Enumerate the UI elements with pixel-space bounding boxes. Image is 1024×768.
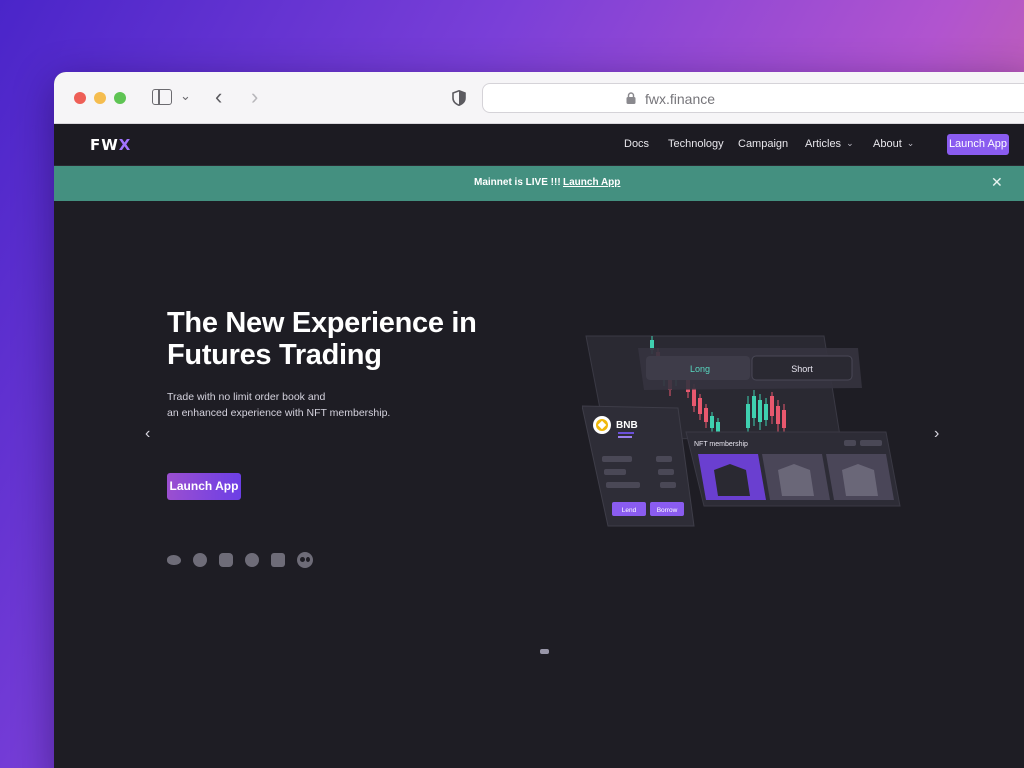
hero-title: The New Experience in Futures Trading (167, 307, 477, 371)
token-label: BNB (616, 420, 638, 431)
nav-technology[interactable]: Technology (668, 138, 724, 150)
header-launch-app-button[interactable]: Launch App (947, 134, 1009, 155)
carousel-pagination-dot[interactable] (540, 649, 549, 654)
long-toggle: Long (690, 364, 710, 374)
browser-toolbar: ⌄ ‹ › fwx.finance (54, 72, 1024, 124)
back-arrow-icon[interactable]: ‹ (215, 84, 222, 110)
address-bar[interactable]: fwx.finance (482, 83, 1024, 113)
announcement-banner: Mainnet is LIVE !!! Launch App ✕ (54, 166, 1024, 201)
telegram-icon[interactable] (193, 553, 207, 567)
borrow-button: Borrow (657, 507, 678, 514)
chevron-down-icon[interactable]: ⌄ (180, 88, 191, 104)
carousel-next-arrow-icon[interactable]: › (934, 425, 939, 443)
nav-about[interactable]: About ⌄ (873, 138, 914, 150)
lock-icon (626, 92, 636, 104)
site-header: FWX Docs Technology Campaign Articles ⌄ A… (54, 124, 1024, 166)
close-window-button[interactable] (74, 92, 86, 104)
youtube-icon[interactable] (271, 553, 285, 567)
window-controls (74, 92, 126, 104)
lend-button: Lend (622, 507, 637, 514)
twitter-icon[interactable] (167, 553, 181, 567)
shield-icon[interactable] (452, 90, 466, 106)
fwx-logo[interactable]: FWX (90, 136, 131, 154)
chevron-down-icon: ⌄ (906, 138, 915, 148)
short-toggle: Short (791, 364, 813, 374)
hero-launch-app-button[interactable]: Launch App (167, 473, 241, 500)
carousel-prev-arrow-icon[interactable]: ‹ (145, 425, 150, 443)
medium-icon[interactable] (297, 552, 313, 568)
facebook-icon[interactable] (245, 553, 259, 567)
nav-articles[interactable]: Articles ⌄ (805, 138, 854, 150)
maximize-window-button[interactable] (114, 92, 126, 104)
url-text: fwx.finance (645, 91, 716, 107)
hero-subtitle: Trade with no limit order book and an en… (167, 391, 391, 419)
nft-membership-label: NFT membership (694, 441, 748, 448)
sidebar-toggle-icon[interactable] (152, 89, 172, 105)
nav-campaign[interactable]: Campaign (738, 138, 788, 150)
trading-illustration: Long Short NFT membership BNB Lend Borro… (582, 335, 901, 527)
chevron-down-icon: ⌄ (846, 138, 854, 148)
browser-window: ⌄ ‹ › fwx.finance FWX Docs Technology Ca… (54, 72, 1024, 768)
close-icon[interactable]: ✕ (991, 174, 1003, 191)
discord-icon[interactable] (219, 553, 233, 567)
banner-launch-app-link[interactable]: Launch App (563, 177, 620, 188)
banner-message: Mainnet is LIVE !!! (474, 177, 561, 188)
social-links (167, 552, 313, 569)
hero-section: ‹ › The New Experience in Futures Tradin… (54, 201, 1024, 768)
nav-docs[interactable]: Docs (624, 138, 649, 150)
forward-arrow-icon[interactable]: › (251, 84, 258, 110)
minimize-window-button[interactable] (94, 92, 106, 104)
